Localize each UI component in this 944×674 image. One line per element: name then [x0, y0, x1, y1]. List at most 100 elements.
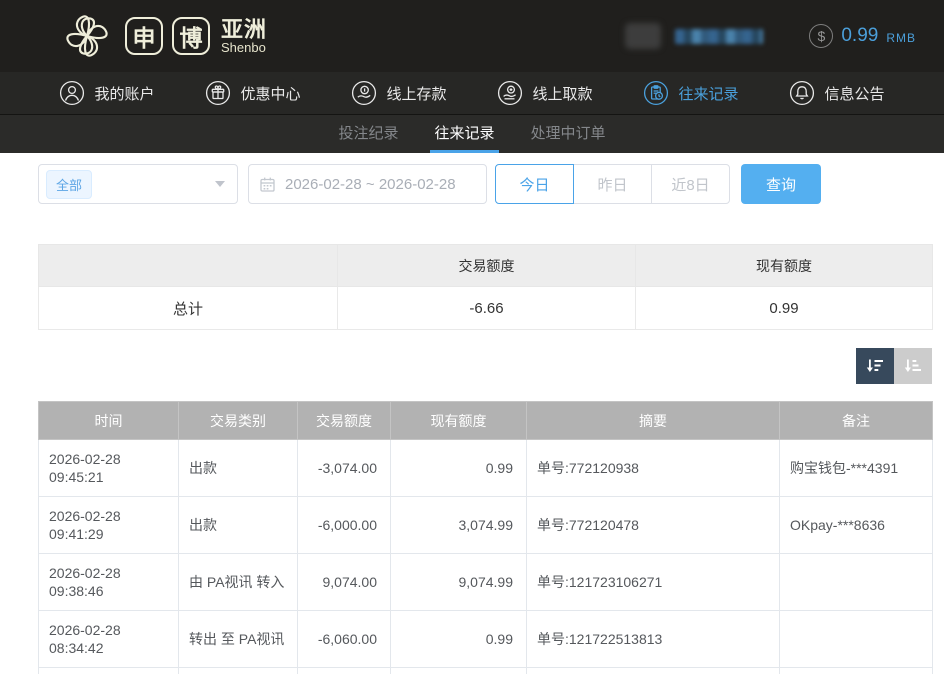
date-range-input[interactable]: 2026-02-28 ~ 2026-02-28 [248, 164, 487, 204]
tab-betting-records[interactable]: 投注纪录 [334, 115, 402, 153]
username-redacted [675, 29, 763, 44]
nav-item-withdraw[interactable]: 线上取款 [497, 80, 592, 106]
cell-remark: Okpay [780, 668, 933, 674]
cell-summary: 单号:772120478 [527, 497, 780, 554]
cell-amount: 60.00 [298, 668, 391, 674]
type-select-value: 全部 [46, 170, 92, 199]
user-avatar-redacted [625, 23, 661, 49]
summary-total-label: 总计 [39, 287, 338, 330]
summary-transaction-total: -6.66 [338, 287, 636, 330]
nav-item-transaction-records[interactable]: 往来记录 [643, 80, 738, 106]
logo-char-2: 博 [172, 17, 210, 55]
tab-pending-orders[interactable]: 处理中订单 [527, 115, 610, 153]
cell-balance: 0.99 [391, 611, 527, 668]
summary-header-transaction: 交易额度 [338, 245, 636, 287]
col-type: 交易类别 [179, 402, 298, 440]
cell-type: 出款 [179, 440, 298, 497]
logo-subtitle: Shenbo [221, 41, 267, 55]
logo-char-1: 申 [125, 17, 163, 55]
table-row: 2026-02-28 09:41:29 出款 -6,000.00 3,074.9… [39, 497, 933, 554]
dollar-icon: $ [809, 24, 833, 48]
logo-region-text: 亚洲 [221, 18, 267, 41]
type-select[interactable]: 全部 [38, 164, 238, 204]
filter-row: 全部 2026-02-28 ~ 2026-02-28 今日 昨日 近8日 查询 [38, 164, 932, 204]
cell-time: 2026-02-28 09:38:46 [39, 554, 179, 611]
cell-balance: 6,060.99 [391, 668, 527, 674]
sort-ascending-icon [903, 356, 923, 376]
search-button[interactable]: 查询 [741, 164, 821, 204]
calendar-icon [259, 176, 276, 193]
cell-remark [780, 554, 933, 611]
col-remark: 备注 [780, 402, 933, 440]
quick-date-buttons: 今日 昨日 近8日 [495, 164, 730, 204]
nav-label: 信息公告 [824, 83, 884, 104]
nav-label: 线上存款 [386, 83, 446, 104]
nav-label: 往来记录 [678, 83, 738, 104]
nav-item-my-account[interactable]: 我的账户 [59, 80, 154, 106]
summary-balance-total: 0.99 [636, 287, 933, 330]
table-row: 2026-02-28 09:45:21 出款 -3,074.00 0.99 单号… [39, 440, 933, 497]
cell-remark: OKpay-***8636 [780, 497, 933, 554]
cell-type: 转出 至 PA视讯 [179, 611, 298, 668]
cell-balance: 9,074.99 [391, 554, 527, 611]
cell-type: 由 PA视讯 转入 [179, 554, 298, 611]
balance-amount: 0.99 [841, 25, 878, 47]
content-area: 全部 2026-02-28 ~ 2026-02-28 今日 昨日 近8日 查询 [0, 153, 944, 674]
record-subtabs: 投注纪录 往来记录 处理中订单 [0, 115, 944, 153]
cell-type: 出款 [179, 497, 298, 554]
col-balance: 现有额度 [391, 402, 527, 440]
nav-item-announcements[interactable]: 信息公告 [789, 80, 884, 106]
date-range-value: 2026-02-28 ~ 2026-02-28 [285, 176, 456, 193]
summary-total-row: 总计 -6.66 0.99 [39, 287, 933, 330]
col-amount: 交易额度 [298, 402, 391, 440]
cell-amount: 9,074.00 [298, 554, 391, 611]
summary-table: 交易额度 现有额度 总计 -6.66 0.99 [38, 244, 933, 330]
cell-time: 2026-02-28 08:31:01 [39, 668, 179, 674]
cell-type: 线上存款通道优惠 [179, 668, 298, 674]
flower-logo-icon [58, 7, 116, 65]
cell-summary: 单号:772120938 [527, 440, 780, 497]
deposit-icon [351, 80, 377, 106]
cell-balance: 3,074.99 [391, 497, 527, 554]
sort-descending-button[interactable] [856, 348, 894, 384]
yesterday-button[interactable]: 昨日 [573, 164, 652, 204]
records-table: 时间 交易类别 交易额度 现有额度 摘要 备注 2026-02-28 09:45… [38, 401, 933, 674]
cell-time: 2026-02-28 09:41:29 [39, 497, 179, 554]
nav-item-deposit[interactable]: 线上存款 [351, 80, 446, 106]
col-summary: 摘要 [527, 402, 780, 440]
chevron-down-icon [215, 181, 225, 187]
col-time: 时间 [39, 402, 179, 440]
summary-header-balance: 现有额度 [636, 245, 933, 287]
table-row: 2026-02-28 09:38:46 由 PA视讯 转入 9,074.00 9… [39, 554, 933, 611]
user-icon [59, 80, 85, 106]
account-balance: $ 0.99 RMB [809, 24, 916, 48]
cell-summary: 单号:202602284216803237 [527, 668, 780, 674]
cell-time: 2026-02-28 09:45:21 [39, 440, 179, 497]
today-button[interactable]: 今日 [495, 164, 574, 204]
cell-remark: 购宝钱包-***4391 [780, 440, 933, 497]
main-nav: 我的账户 优惠中心 线上存款 [0, 72, 944, 115]
nav-label: 线上取款 [532, 83, 592, 104]
records-header-row: 时间 交易类别 交易额度 现有额度 摘要 备注 [39, 402, 933, 440]
withdraw-icon [497, 80, 523, 106]
nav-label: 我的账户 [94, 83, 154, 104]
cell-summary: 单号:121722513813 [527, 611, 780, 668]
cell-amount: -6,000.00 [298, 497, 391, 554]
summary-header-blank [39, 245, 338, 287]
site-logo: 申 博 亚洲 Shenbo [58, 7, 267, 65]
last-8-days-button[interactable]: 近8日 [651, 164, 730, 204]
balance-currency: RMB [886, 31, 916, 45]
sort-controls [38, 348, 932, 384]
records-icon [643, 80, 669, 106]
cell-remark [780, 611, 933, 668]
sort-descending-icon [865, 356, 885, 376]
cell-amount: -3,074.00 [298, 440, 391, 497]
nav-item-promotions[interactable]: 优惠中心 [205, 80, 300, 106]
tab-transaction-records[interactable]: 往来记录 [430, 115, 498, 153]
top-header: 申 博 亚洲 Shenbo $ 0.99 RMB [0, 0, 944, 72]
cell-amount: -6,060.00 [298, 611, 391, 668]
gift-icon [205, 80, 231, 106]
sort-ascending-button[interactable] [894, 348, 932, 384]
cell-time: 2026-02-28 08:34:42 [39, 611, 179, 668]
nav-label: 优惠中心 [240, 83, 300, 104]
